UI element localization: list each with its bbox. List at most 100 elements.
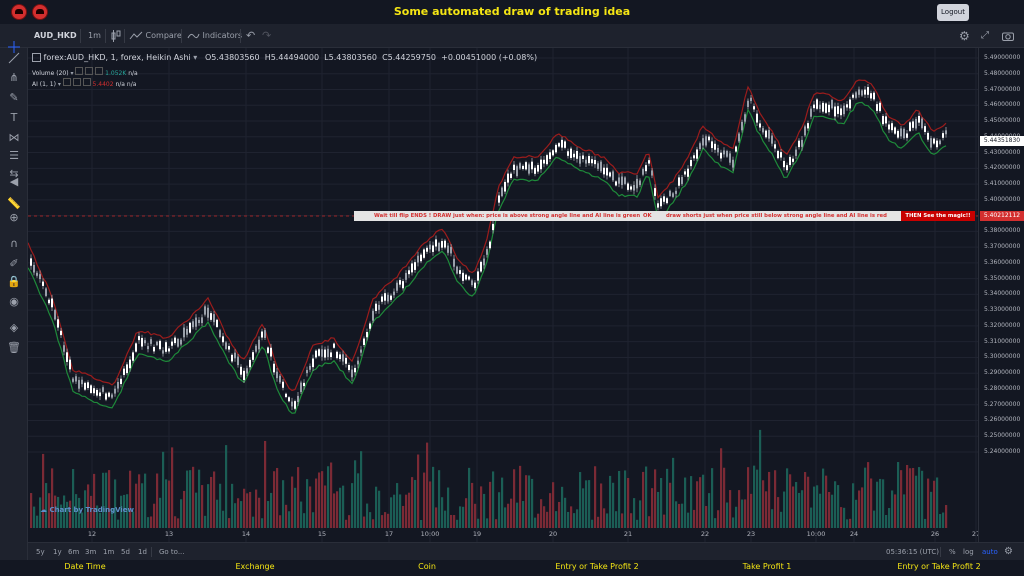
percent-toggle[interactable]: % xyxy=(949,543,956,561)
candle-body xyxy=(321,349,323,357)
candle-body xyxy=(774,144,776,149)
candle-body xyxy=(819,104,821,110)
candle-body xyxy=(843,105,845,115)
compare-button[interactable]: Compare xyxy=(129,24,182,48)
range-5y[interactable]: 5y xyxy=(36,543,45,561)
chevron-down-icon[interactable]: ▾ xyxy=(193,53,197,62)
price-tick-label: 5.27000000 xyxy=(984,400,1021,408)
candle-body xyxy=(936,140,938,148)
eye-icon[interactable] xyxy=(75,67,84,75)
interval-selector[interactable]: 1m xyxy=(88,24,101,48)
eye-icon[interactable] xyxy=(62,78,71,86)
candle-body xyxy=(528,164,530,174)
settings-gear-icon[interactable]: ⚙ xyxy=(959,24,970,48)
zoom-icon[interactable]: ⊕ xyxy=(5,210,23,226)
screenshot-camera-icon[interactable] xyxy=(1002,24,1014,48)
candle-body xyxy=(876,104,878,111)
candle-body xyxy=(513,164,515,171)
candle-body xyxy=(57,319,59,328)
volume-bar xyxy=(264,440,267,528)
undo-icon[interactable]: ↶ xyxy=(246,24,255,48)
range-1m[interactable]: 1m xyxy=(103,543,114,561)
magnet-icon[interactable]: ∩ xyxy=(5,236,23,252)
candle-body xyxy=(564,141,566,148)
volume-bar xyxy=(381,515,384,528)
lock-icon[interactable]: 🔒 xyxy=(5,274,23,290)
volume-bar xyxy=(723,467,726,528)
text-icon[interactable]: T xyxy=(5,110,23,126)
candle-body xyxy=(903,128,905,139)
trash-icon[interactable]: 🗑 xyxy=(5,340,23,356)
chart-style-button[interactable] xyxy=(111,24,121,48)
range-1y[interactable]: 1y xyxy=(53,543,62,561)
pattern-icon[interactable]: ⋈ xyxy=(5,130,23,146)
chart-panel[interactable]: 121314151710:00192021222310:00242627 for… xyxy=(28,48,978,542)
tradingview-watermark[interactable]: ☁ Chart by TradingView xyxy=(40,506,134,514)
candle-body xyxy=(696,149,698,159)
range-1d[interactable]: 1d xyxy=(138,543,147,561)
candle-body xyxy=(333,343,335,348)
candle-body xyxy=(840,108,842,116)
candle-body xyxy=(210,313,212,320)
log-toggle[interactable]: log xyxy=(963,543,974,561)
current-price-label: 5.44351830 xyxy=(980,136,1024,146)
candle-body xyxy=(621,176,623,186)
goto-button[interactable]: Go to... xyxy=(159,543,185,561)
volume-bar xyxy=(918,467,921,528)
eye-icon[interactable]: ◉ xyxy=(5,294,23,310)
candle-body xyxy=(912,121,914,128)
range-3m[interactable]: 3m xyxy=(85,543,96,561)
trend-line-icon[interactable] xyxy=(5,50,23,66)
volume-bar xyxy=(288,511,291,528)
candle-body xyxy=(576,150,578,159)
fib-icon[interactable]: ☰ xyxy=(5,148,23,164)
range-6m[interactable]: 6m xyxy=(68,543,79,561)
bottom-divider xyxy=(940,547,941,557)
price-tick-label: 5.32000000 xyxy=(984,321,1021,329)
candle-body xyxy=(558,143,560,147)
volume-bar xyxy=(606,513,609,528)
settings-gear-icon[interactable]: ⚙ xyxy=(1004,543,1013,561)
symbol-selector[interactable]: AUD_HKD xyxy=(34,24,77,48)
candle-body xyxy=(672,193,674,197)
candle-body xyxy=(480,261,482,272)
price-tick-label: 5.34000000 xyxy=(984,290,1021,298)
redo-icon[interactable]: ↷ xyxy=(262,24,271,48)
price-tick-label: 5.30000000 xyxy=(984,353,1021,361)
volume-bar xyxy=(198,469,201,528)
price-chart[interactable]: 121314151710:00192021222310:00242627 xyxy=(28,48,978,542)
indicators-button[interactable]: Indicators xyxy=(187,24,242,48)
candle-body xyxy=(99,392,101,397)
logout-button[interactable]: Logout xyxy=(937,4,969,21)
auto-toggle[interactable]: auto xyxy=(982,543,998,561)
pitchfork-icon[interactable]: ⋔ xyxy=(5,70,23,86)
price-axis[interactable]: 5.49000000 5.48000000 5.47000000 5.46000000… xyxy=(978,48,1024,542)
brush-icon[interactable]: ✎ xyxy=(5,90,23,106)
volume-bar xyxy=(345,519,348,528)
volume-bar xyxy=(189,470,192,528)
volume-bar xyxy=(234,503,237,528)
chevron-down-icon[interactable]: ▾ xyxy=(70,70,73,77)
close-icon[interactable] xyxy=(95,67,104,75)
candle-body xyxy=(279,375,281,383)
close-icon[interactable] xyxy=(82,78,91,86)
lock-drawing-icon[interactable]: ✐ xyxy=(5,256,23,272)
settings-icon[interactable] xyxy=(72,78,81,86)
collapse-legend-icon[interactable] xyxy=(32,53,41,62)
volume-bar xyxy=(633,498,636,528)
volume-bar xyxy=(447,487,450,528)
price-tick-label: 5.26000000 xyxy=(984,416,1021,424)
volume-bar xyxy=(834,481,837,528)
volume-bar xyxy=(42,453,45,528)
candle-body xyxy=(165,342,167,352)
back-arrow-icon[interactable]: ◀ xyxy=(5,174,23,190)
fullscreen-icon[interactable]: ⤢ xyxy=(981,24,989,48)
chevron-down-icon[interactable]: ▾ xyxy=(58,81,61,88)
volume-bar xyxy=(327,466,330,528)
candle-body xyxy=(426,247,428,252)
range-5d[interactable]: 5d xyxy=(121,543,130,561)
settings-icon[interactable] xyxy=(85,67,94,75)
layers-icon[interactable]: ◈ xyxy=(5,320,23,336)
volume-bar xyxy=(252,516,255,528)
volume-bar xyxy=(258,497,261,528)
